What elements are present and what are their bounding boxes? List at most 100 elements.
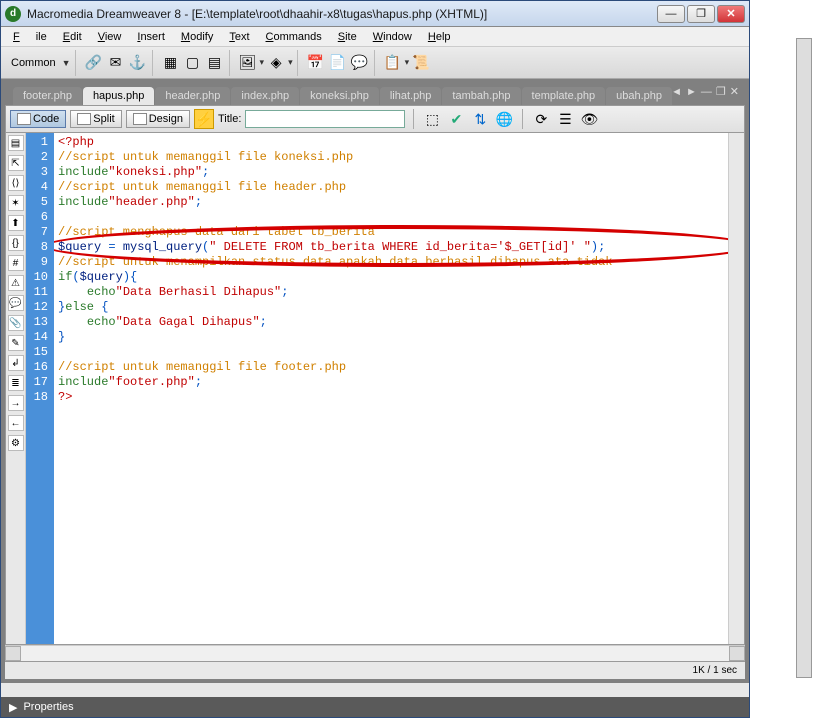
- design-view-icon: [133, 113, 147, 125]
- no-browser-check-icon[interactable]: ⬚: [422, 109, 442, 129]
- design-view-button[interactable]: Design: [126, 110, 190, 128]
- auto-indent-icon[interactable]: 📎: [8, 315, 24, 331]
- status-text: 1K / 1 sec: [693, 665, 737, 676]
- date-icon[interactable]: 📅: [306, 53, 326, 73]
- collapse-selection-icon[interactable]: ⟨⟩: [8, 175, 24, 191]
- application-window: d Macromedia Dreamweaver 8 - [E:\templat…: [0, 0, 750, 718]
- table-icon[interactable]: ▦: [161, 53, 181, 73]
- visual-aids-icon[interactable]: 👁: [579, 109, 599, 129]
- minimize-button[interactable]: —: [657, 5, 685, 23]
- code-editor: ▤ ⇱ ⟨⟩ ✶ ⬆ {} # ⚠ 💬 📎 ✎ ↲ ≣ → ← ⚙ 123456…: [5, 133, 745, 645]
- hyperlink-icon[interactable]: 🔗: [84, 53, 104, 73]
- media-icon[interactable]: ◈: [266, 53, 286, 73]
- balance-braces-icon[interactable]: {}: [8, 235, 24, 251]
- tab-template[interactable]: template.php: [522, 87, 606, 105]
- close-button[interactable]: ✕: [717, 5, 745, 23]
- preview-browser-icon[interactable]: 🌐: [494, 109, 514, 129]
- menu-commands[interactable]: Commands: [258, 29, 330, 45]
- layout-icon[interactable]: ▤: [205, 53, 225, 73]
- menu-file[interactable]: File: [5, 29, 55, 45]
- server-include-icon[interactable]: 📄: [328, 53, 348, 73]
- doc-restore-icon[interactable]: ❐: [716, 85, 726, 98]
- line-numbers-icon[interactable]: #: [8, 255, 24, 271]
- vertical-scrollbar[interactable]: [728, 133, 744, 644]
- doc-close-icon[interactable]: ✕: [730, 85, 739, 98]
- chevron-down-icon[interactable]: ▾: [260, 57, 265, 68]
- tab-koneksi[interactable]: koneksi.php: [300, 87, 379, 105]
- head-icon[interactable]: 📋: [383, 53, 403, 73]
- expand-arrow-icon: ▶: [9, 701, 17, 714]
- maximize-button[interactable]: ❐: [687, 5, 715, 23]
- menu-edit[interactable]: Edit: [55, 29, 90, 45]
- div-icon[interactable]: ▢: [183, 53, 203, 73]
- menu-modify[interactable]: Modify: [173, 29, 221, 45]
- live-data-icon[interactable]: ⚡: [194, 109, 214, 129]
- menubar: File Edit View Insert Modify Text Comman…: [1, 27, 749, 47]
- tab-hapus[interactable]: hapus.php: [83, 87, 154, 105]
- refresh-icon[interactable]: ⟳: [531, 109, 551, 129]
- expand-all-icon[interactable]: ✶: [8, 195, 24, 211]
- document-area: footer.php hapus.php header.php index.ph…: [1, 79, 749, 683]
- scroll-right-button[interactable]: [729, 646, 745, 661]
- file-management-icon[interactable]: ⇅: [470, 109, 490, 129]
- app-icon: d: [5, 6, 21, 22]
- indent-icon[interactable]: →: [8, 395, 24, 411]
- document-tabs: footer.php hapus.php header.php index.ph…: [5, 83, 745, 105]
- insert-toolbar: Common ▼ 🔗 ✉ ⚓ ▦ ▢ ▤ 🖼▾ ◈▾ 📅 📄 💬 📋▾ 📜: [1, 47, 749, 79]
- title-input[interactable]: [245, 110, 405, 128]
- background-frame: [796, 38, 812, 678]
- tab-lihat[interactable]: lihat.php: [380, 87, 442, 105]
- outdent-icon[interactable]: ←: [8, 415, 24, 431]
- tab-header[interactable]: header.php: [155, 87, 230, 105]
- insert-category-label[interactable]: Common: [11, 57, 60, 69]
- wrap-tag-icon[interactable]: ↲: [8, 355, 24, 371]
- window-controls: — ❐ ✕: [657, 5, 745, 23]
- menu-text[interactable]: Text: [221, 29, 257, 45]
- code-text-area[interactable]: <?php//script untuk memanggil file konek…: [54, 133, 728, 644]
- format-source-icon[interactable]: ⚙: [8, 435, 24, 451]
- horizontal-scrollbar[interactable]: [5, 645, 745, 661]
- view-options-icon[interactable]: ☰: [555, 109, 575, 129]
- recent-snippets-icon[interactable]: ≣: [8, 375, 24, 391]
- tab-ubah[interactable]: ubah.php: [606, 87, 672, 105]
- code-toolbar-vertical: ▤ ⇱ ⟨⟩ ✶ ⬆ {} # ⚠ 💬 📎 ✎ ↲ ≣ → ← ⚙: [6, 133, 26, 644]
- open-documents-icon[interactable]: ▤: [8, 135, 24, 151]
- split-view-icon: [77, 113, 91, 125]
- code-view-button[interactable]: Code: [10, 110, 66, 128]
- titlebar: d Macromedia Dreamweaver 8 - [E:\templat…: [1, 1, 749, 27]
- image-icon[interactable]: 🖼: [238, 53, 258, 73]
- validate-icon[interactable]: ✔: [446, 109, 466, 129]
- tab-scroll-right-icon[interactable]: ►: [686, 86, 697, 98]
- chevron-down-icon[interactable]: ▼: [62, 58, 71, 68]
- properties-panel-header[interactable]: ▶ Properties: [1, 697, 749, 717]
- menu-insert[interactable]: Insert: [129, 29, 173, 45]
- collapse-full-tag-icon[interactable]: ⇱: [8, 155, 24, 171]
- highlight-invalid-icon[interactable]: ⚠: [8, 275, 24, 291]
- named-anchor-icon[interactable]: ⚓: [128, 53, 148, 73]
- split-view-button[interactable]: Split: [70, 110, 121, 128]
- apply-comment-icon[interactable]: ✎: [8, 335, 24, 351]
- tab-footer[interactable]: footer.php: [13, 87, 82, 105]
- menu-site[interactable]: Site: [330, 29, 365, 45]
- comment-icon[interactable]: 💬: [350, 53, 370, 73]
- email-link-icon[interactable]: ✉: [106, 53, 126, 73]
- line-number-gutter: 123456789101112131415161718: [26, 133, 54, 644]
- title-label: Title:: [218, 113, 241, 125]
- tab-tambah[interactable]: tambah.php: [442, 87, 520, 105]
- syntax-coloring-icon[interactable]: 💬: [8, 295, 24, 311]
- titlebar-text: Macromedia Dreamweaver 8 - [E:\template\…: [27, 7, 657, 21]
- menu-window[interactable]: Window: [365, 29, 420, 45]
- scroll-left-button[interactable]: [5, 646, 21, 661]
- status-bar: 1K / 1 sec: [5, 661, 745, 679]
- tab-index[interactable]: index.php: [231, 87, 299, 105]
- properties-label: Properties: [23, 701, 73, 713]
- menu-help[interactable]: Help: [420, 29, 459, 45]
- chevron-down-icon[interactable]: ▾: [288, 57, 293, 68]
- select-parent-tag-icon[interactable]: ⬆: [8, 215, 24, 231]
- script-icon[interactable]: 📜: [411, 53, 431, 73]
- chevron-down-icon[interactable]: ▾: [405, 57, 410, 68]
- doc-minimize-icon[interactable]: —: [701, 86, 712, 98]
- menu-view[interactable]: View: [90, 29, 130, 45]
- tab-scroll-left-icon[interactable]: ◄: [671, 86, 682, 98]
- code-view-icon: [17, 113, 31, 125]
